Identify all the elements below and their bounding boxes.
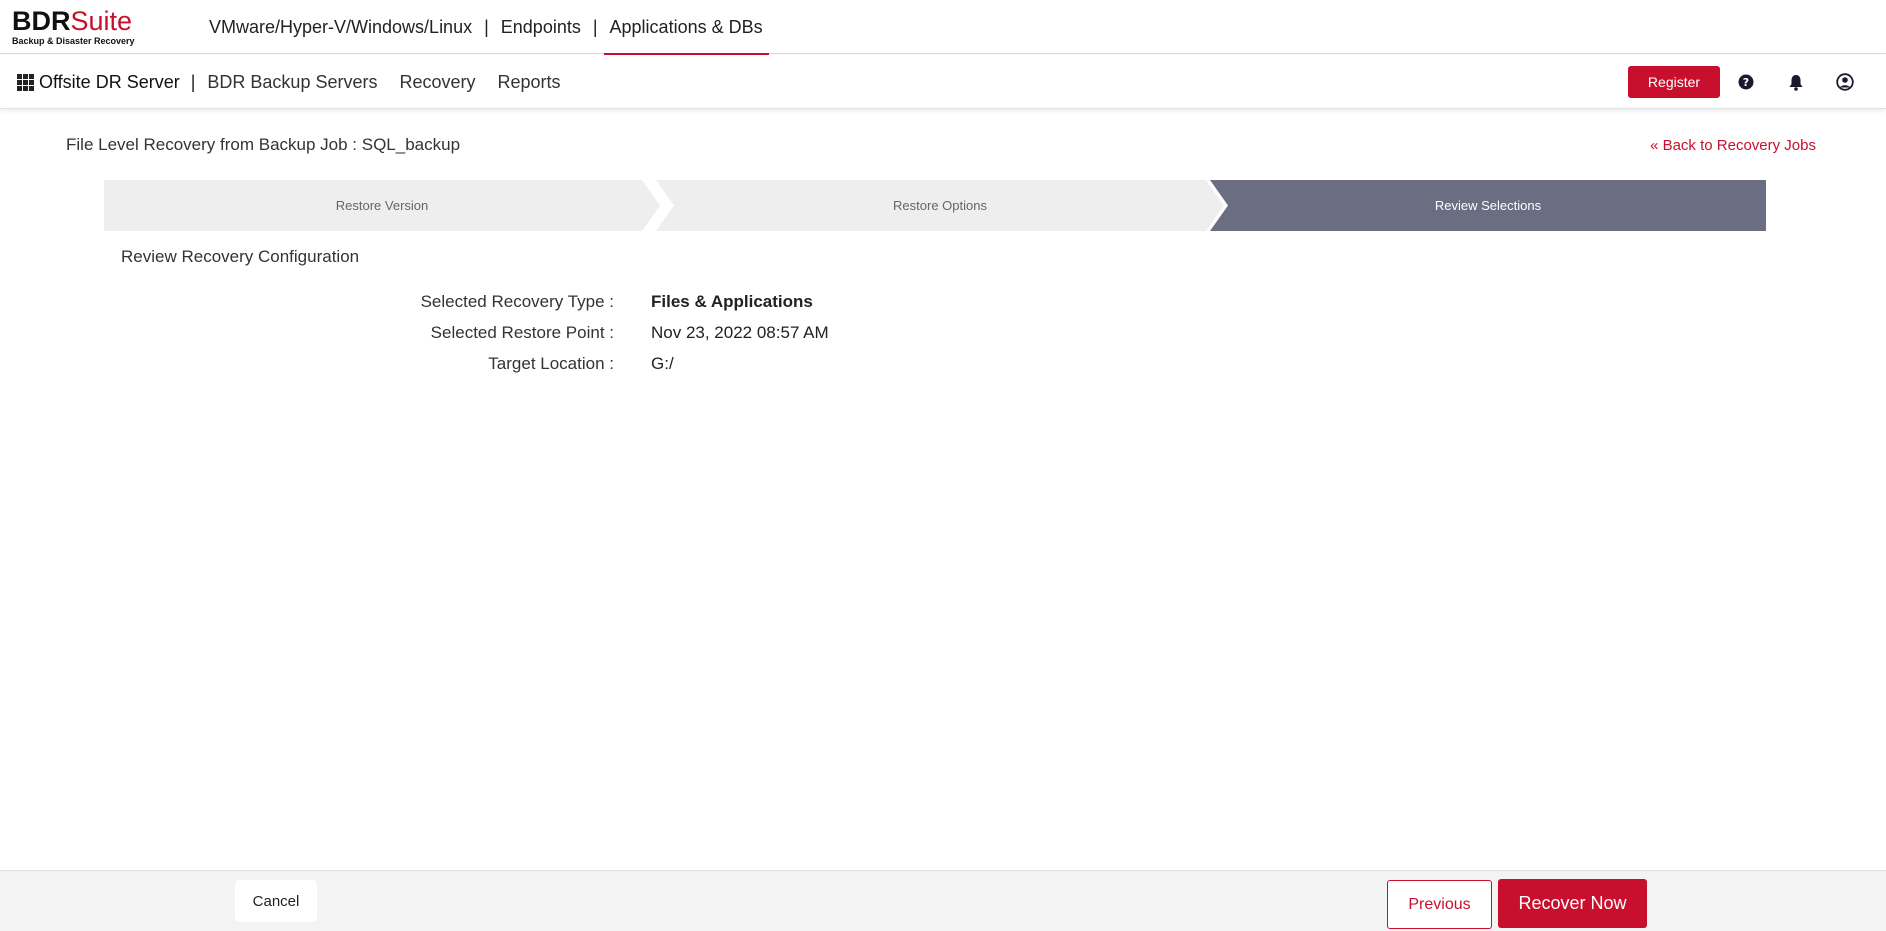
svg-text:?: ? (1743, 76, 1749, 89)
review-section-title: Review Recovery Configuration (121, 247, 360, 266)
nav-separator: | (592, 16, 598, 37)
notification-bell-icon[interactable] (1786, 72, 1806, 92)
review-row-restore-point: Selected Restore Point : Nov 23, 2022 08… (0, 323, 1000, 345)
logo-tagline: Backup & Disaster Recovery (12, 36, 135, 46)
secondary-header: Offsite DR Server | BDR Backup Servers R… (0, 55, 1886, 109)
wizard-step-review-selections[interactable]: Review Selections (1210, 180, 1766, 231)
user-account-icon[interactable] (1835, 72, 1855, 92)
help-icon[interactable]: ? (1736, 72, 1756, 92)
recover-now-button[interactable]: Recover Now (1498, 879, 1647, 928)
logo-wordmark: BDRSuite (12, 6, 133, 36)
product-nav: VMware/Hyper-V/Windows/Linux | Endpoints… (203, 0, 769, 55)
wizard-step-restore-version[interactable]: Restore Version (104, 180, 660, 231)
top-header: BDRSuite Backup & Disaster Recovery VMwa… (0, 0, 1886, 55)
review-value: Files & Applications (651, 292, 813, 311)
register-button[interactable]: Register (1628, 66, 1720, 98)
review-label: Target Location : (488, 354, 614, 373)
review-value: Nov 23, 2022 08:57 AM (651, 323, 829, 342)
review-value: G:/ (651, 354, 674, 373)
review-label: Selected Recovery Type : (420, 292, 614, 311)
app-grid-icon[interactable] (17, 73, 34, 91)
server-selector[interactable]: Offsite DR Server (39, 72, 180, 93)
product-tab-applications-dbs[interactable]: Applications & DBs (603, 0, 769, 55)
nav-separator: | (484, 16, 489, 37)
cancel-button[interactable]: Cancel (235, 880, 317, 922)
nav-link-reports[interactable]: Reports (498, 72, 561, 93)
wizard-step-label: Review Selections (1434, 198, 1542, 213)
wizard-step-label: Restore Version (335, 198, 429, 213)
nav-link-bdr-backup-servers[interactable]: BDR Backup Servers (207, 72, 377, 93)
previous-button[interactable]: Previous (1387, 880, 1492, 929)
review-row-recovery-type: Selected Recovery Type : Files & Applica… (0, 292, 1000, 314)
wizard-step-restore-options[interactable]: Restore Options (656, 180, 1224, 231)
nav-separator: | (190, 71, 196, 92)
secondary-nav: Offsite DR Server | BDR Backup Servers R… (17, 55, 583, 109)
nav-link-recovery[interactable]: Recovery (399, 72, 475, 93)
wizard-steps: Restore Version Restore Options Review S… (104, 180, 1766, 231)
review-row-target-location: Target Location : G:/ (0, 354, 1000, 376)
bdrsuite-logo[interactable]: BDRSuite Backup & Disaster Recovery (12, 8, 142, 48)
back-to-recovery-jobs-link[interactable]: « Back to Recovery Jobs (1650, 137, 1816, 154)
product-tab-vmware-hyperv-windows-linux[interactable]: VMware/Hyper-V/Windows/Linux (203, 0, 478, 54)
product-tab-endpoints[interactable]: Endpoints (495, 0, 587, 54)
wizard-step-label: Restore Options (893, 198, 987, 213)
wizard-footer: Cancel Previous Recover Now (0, 870, 1886, 931)
review-label: Selected Restore Point : (430, 323, 614, 342)
page-title: File Level Recovery from Backup Job : SQ… (66, 135, 461, 154)
